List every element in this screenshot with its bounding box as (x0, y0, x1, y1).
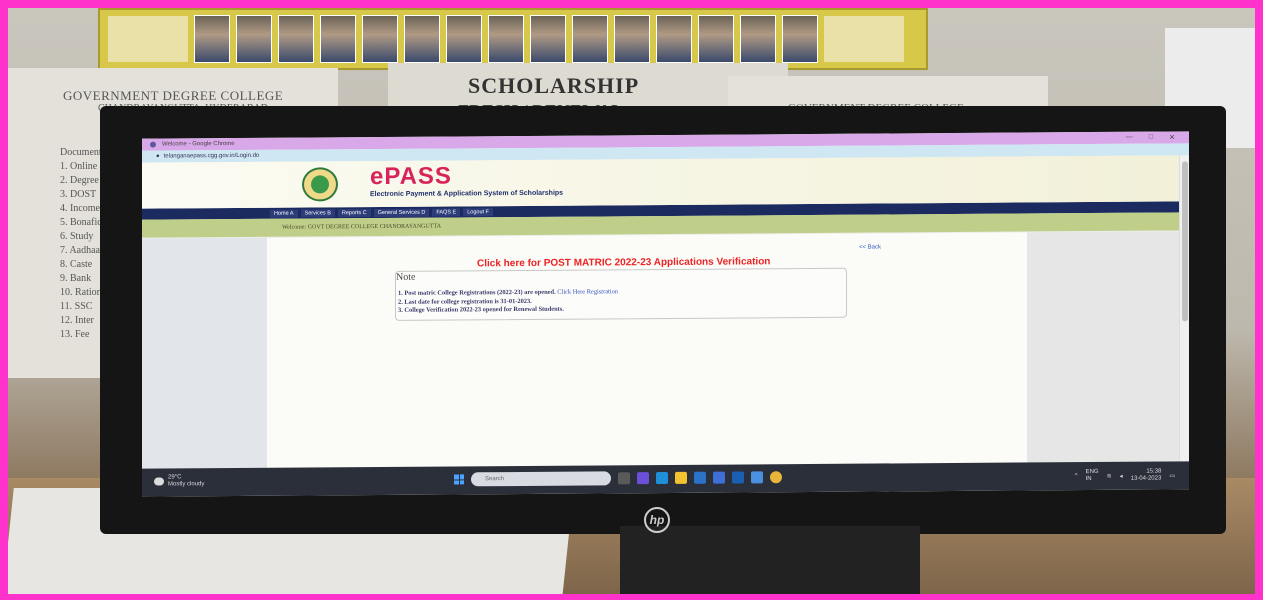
chrome-taskbar-icon[interactable] (770, 471, 782, 484)
page-scrollbar[interactable] (1179, 155, 1189, 462)
taskbar-apps: Search (454, 470, 782, 487)
portrait (656, 15, 692, 63)
minimize-button[interactable]: — (1126, 134, 1133, 142)
lock-icon: ● (156, 153, 160, 160)
taskbar-clock[interactable]: 15:38 13-04-2023 (1131, 469, 1162, 483)
portrait (236, 15, 272, 63)
chat-icon[interactable] (637, 472, 649, 485)
portrait (488, 15, 524, 63)
browser-tab-title[interactable]: Welcome - Google Chrome (162, 141, 235, 148)
note-line: 3. College Verification 2022-23 opened f… (398, 305, 564, 314)
system-tray: ^ ENG IN ≋ ◂ 15:38 13-04-2023 ▭ (1075, 468, 1175, 483)
state-emblem-icon (302, 167, 338, 202)
store-icon[interactable] (694, 471, 706, 484)
portrait (404, 15, 440, 63)
clock-date: 13-04-2023 (1130, 475, 1162, 482)
windows-taskbar: 29°C Mostly cloudy Search ^ ENG IN ≋ ◂ 1… (142, 461, 1189, 497)
taskbar-search[interactable]: Search (471, 471, 611, 487)
portrait (194, 15, 230, 63)
screen: Welcome - Google Chrome — □ ✕ ● telangan… (142, 131, 1189, 497)
portrait (572, 15, 608, 63)
nav-general-services[interactable]: General Services D (373, 208, 430, 217)
back-link[interactable]: << Back (859, 244, 881, 250)
hp-logo: hp (644, 507, 670, 533)
nav-home[interactable]: Home A (270, 209, 298, 218)
url-text[interactable]: telanganaepass.cgg.gov.in/Login.do (164, 153, 260, 160)
photo-background: GOVERNMENT DEGREE COLLEGE CHANDRAYANGUTT… (8, 8, 1255, 594)
portrait (530, 15, 566, 63)
portrait (782, 15, 818, 63)
note-title: Note (396, 271, 416, 283)
monitor-stand (620, 526, 920, 594)
notification-icon[interactable]: ▭ (1169, 472, 1175, 479)
file-explorer-icon[interactable] (675, 471, 687, 484)
portrait (362, 15, 398, 63)
photos-icon[interactable] (751, 471, 763, 484)
mail-icon[interactable] (713, 471, 725, 484)
monitor: hp Welcome - Google Chrome — □ ✕ ● telan… (100, 106, 1226, 594)
note-box: Note 1. Post matric College Registration… (395, 267, 847, 321)
note-line: 1. Post matric College Registrations (20… (398, 288, 618, 297)
site-header: ePASS Electronic Payment & Application S… (142, 155, 1189, 209)
portrait (446, 15, 482, 63)
scholarship-notice-title: SCHOLARSHIP (468, 73, 640, 98)
nav-reports[interactable]: Reports C (337, 208, 371, 217)
web-page: ePASS Electronic Payment & Application S… (142, 155, 1189, 469)
weather-desc: Mostly cloudy (168, 481, 205, 488)
board-text-block (108, 16, 188, 62)
portrait (614, 15, 650, 63)
site-brand: ePASS (370, 162, 452, 191)
nav-logout[interactable]: Logout F (463, 207, 493, 216)
scrollbar-thumb[interactable] (1182, 161, 1188, 322)
nav-services[interactable]: Services B (300, 208, 335, 218)
portrait (278, 15, 314, 63)
registration-link[interactable]: Click Here Registration (557, 288, 618, 295)
portrait (320, 15, 356, 63)
left-pane (142, 237, 267, 469)
site-tagline: Electronic Payment & Application System … (370, 189, 564, 199)
language-indicator[interactable]: ENG IN (1086, 469, 1099, 483)
wifi-icon[interactable]: ≋ (1107, 472, 1112, 479)
right-pane (1027, 231, 1189, 463)
left-notice-title: GOVERNMENT DEGREE COLLEGE (63, 88, 284, 103)
maximize-button[interactable]: □ (1149, 134, 1153, 142)
note-lines: 1. Post matric College Registrations (20… (398, 288, 618, 315)
edge-icon[interactable] (656, 471, 668, 485)
close-button[interactable]: ✕ (1169, 133, 1175, 141)
cloud-icon (154, 477, 164, 486)
chevron-up-icon[interactable]: ^ (1075, 473, 1078, 479)
portrait (740, 15, 776, 63)
nav-faqs[interactable]: FAQS E (432, 207, 461, 217)
weather-widget[interactable]: 29°C Mostly cloudy (154, 474, 204, 488)
windows-start-icon[interactable] (454, 474, 464, 485)
chrome-icon (150, 141, 156, 148)
task-view-icon[interactable] (618, 472, 630, 485)
volume-icon[interactable]: ◂ (1120, 472, 1123, 479)
portrait (698, 15, 734, 63)
verification-link[interactable]: Click here for POST MATRIC 2022-23 Appli… (477, 256, 770, 269)
window-controls: — □ ✕ (1126, 133, 1189, 142)
main-content: << Back Click here for POST MATRIC 2022-… (267, 232, 1027, 468)
board-text-block (824, 16, 904, 62)
wall-portrait-board (98, 8, 928, 70)
word-icon[interactable] (732, 471, 744, 484)
